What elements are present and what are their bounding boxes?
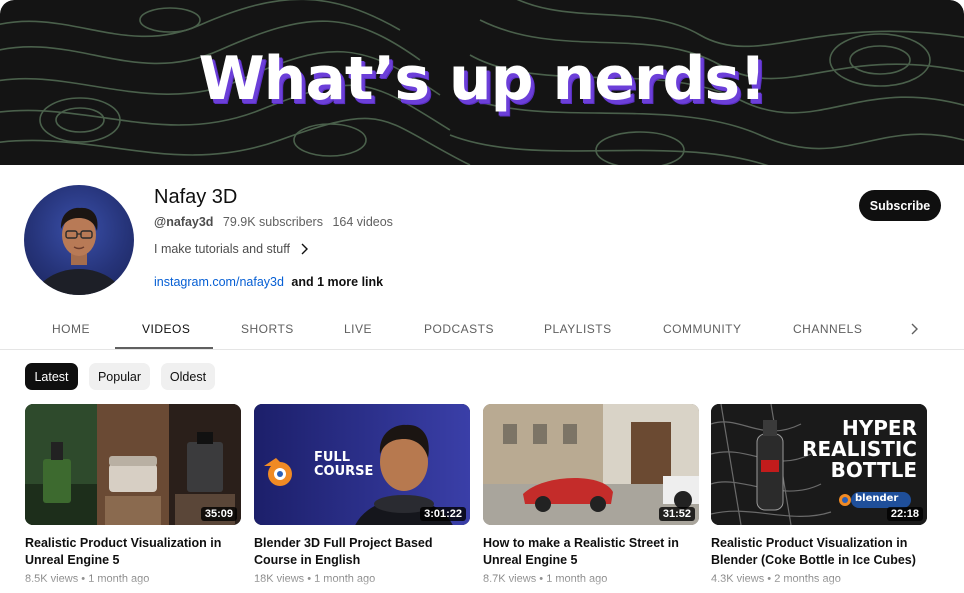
- video-duration: 35:09: [200, 507, 237, 521]
- video-card[interactable]: 31:52 How to make a Realistic Street in …: [483, 404, 699, 585]
- channel-meta: @nafay3d 79.9K subscribers 164 videos: [154, 215, 399, 229]
- video-thumbnail[interactable]: 31:52: [483, 404, 699, 525]
- chevron-right-icon: [301, 243, 308, 255]
- video-title[interactable]: Realistic Product Visualization in Blend…: [711, 535, 916, 569]
- video-card[interactable]: HYPER REALISTIC BOTTLE blender 22:18 Rea…: [711, 404, 927, 585]
- video-age: 2 months ago: [774, 573, 841, 585]
- video-views: 18K views: [254, 573, 305, 585]
- video-views: 8.7K views: [483, 573, 537, 585]
- thumbnail-text-line: HYPER: [842, 416, 917, 440]
- chevron-right-icon[interactable]: [908, 322, 922, 336]
- tab-community[interactable]: COMMUNITY: [663, 322, 742, 336]
- tab-shorts[interactable]: SHORTS: [241, 322, 294, 336]
- video-meta: 18K views • 1 month ago: [254, 573, 470, 585]
- meta-separator: •: [81, 573, 86, 585]
- channel-handle: @nafay3d: [154, 215, 214, 229]
- tab-home[interactable]: HOME: [52, 322, 90, 336]
- video-thumbnail[interactable]: 35:09: [25, 404, 241, 525]
- tab-channels[interactable]: CHANNELS: [793, 322, 862, 336]
- channel-tabs: HOME VIDEOS SHORTS LIVE PODCASTS PLAYLIS…: [0, 308, 964, 350]
- video-age: 1 month ago: [88, 573, 150, 585]
- channel-description[interactable]: I make tutorials and stuff: [154, 242, 310, 256]
- meta-separator: •: [767, 573, 772, 585]
- video-age: 1 month ago: [546, 573, 608, 585]
- video-meta: 8.7K views • 1 month ago: [483, 573, 699, 585]
- thumbnail-text: HYPER REALISTIC BOTTLE: [802, 418, 917, 481]
- video-thumbnail[interactable]: FULL COURSE 3:01:22: [254, 404, 470, 525]
- meta-separator: •: [307, 573, 312, 585]
- chip-oldest[interactable]: Oldest: [161, 363, 215, 390]
- chip-popular[interactable]: Popular: [89, 363, 150, 390]
- person-avatar-icon: [34, 207, 124, 295]
- video-title[interactable]: Blender 3D Full Project Based Course in …: [254, 535, 459, 569]
- thumbnail-text: FULL COURSE: [314, 451, 373, 479]
- channel-banner: What’s up nerds!: [0, 0, 964, 165]
- video-age: 1 month ago: [314, 573, 376, 585]
- video-duration: 31:52: [658, 507, 695, 521]
- channel-description-text: I make tutorials and stuff: [154, 242, 290, 256]
- video-card[interactable]: FULL COURSE 3:01:22 Blender 3D Full Proj…: [254, 404, 470, 585]
- subscriber-count: 79.9K subscribers: [222, 215, 323, 229]
- channel-avatar[interactable]: [24, 185, 134, 295]
- channel-name: Nafay 3D: [154, 186, 238, 208]
- tab-live[interactable]: LIVE: [344, 322, 372, 336]
- more-links-button[interactable]: and 1 more link: [291, 275, 383, 289]
- tab-playlists[interactable]: PLAYLISTS: [544, 322, 612, 336]
- video-views: 8.5K views: [25, 573, 79, 585]
- banner-title: What’s up nerds!: [198, 44, 766, 114]
- active-tab-indicator: [115, 347, 213, 349]
- video-views: 4.3K views: [711, 573, 765, 585]
- thumbnail-text-line: REALISTIC: [802, 437, 917, 461]
- instagram-link[interactable]: instagram.com/nafay3d: [154, 275, 284, 289]
- video-title[interactable]: How to make a Realistic Street in Unreal…: [483, 535, 688, 569]
- tab-podcasts[interactable]: PODCASTS: [424, 322, 494, 336]
- subscribe-button[interactable]: Subscribe: [859, 190, 941, 221]
- video-duration: 22:18: [886, 507, 923, 521]
- thumbnail-text-line: FULL: [314, 450, 351, 465]
- chip-latest[interactable]: Latest: [25, 363, 78, 390]
- video-thumbnail[interactable]: HYPER REALISTIC BOTTLE blender 22:18: [711, 404, 927, 525]
- video-title[interactable]: Realistic Product Visualization in Unrea…: [25, 535, 230, 569]
- blender-logo-text: blender: [855, 493, 899, 504]
- channel-page: What’s up nerds! Nafay 3D @nafay3d 79.9K…: [0, 0, 964, 593]
- tab-videos[interactable]: VIDEOS: [142, 322, 190, 336]
- channel-links: instagram.com/nafay3d and 1 more link: [154, 275, 383, 289]
- video-count: 164 videos: [332, 215, 393, 229]
- meta-separator: •: [539, 573, 544, 585]
- thumbnail-text-line: COURSE: [314, 464, 374, 479]
- video-duration: 3:01:22: [420, 507, 466, 521]
- video-card[interactable]: 35:09 Realistic Product Visualization in…: [25, 404, 241, 585]
- video-meta: 8.5K views • 1 month ago: [25, 573, 241, 585]
- thumbnail-text-line: BOTTLE: [830, 458, 917, 482]
- video-meta: 4.3K views • 2 months ago: [711, 573, 927, 585]
